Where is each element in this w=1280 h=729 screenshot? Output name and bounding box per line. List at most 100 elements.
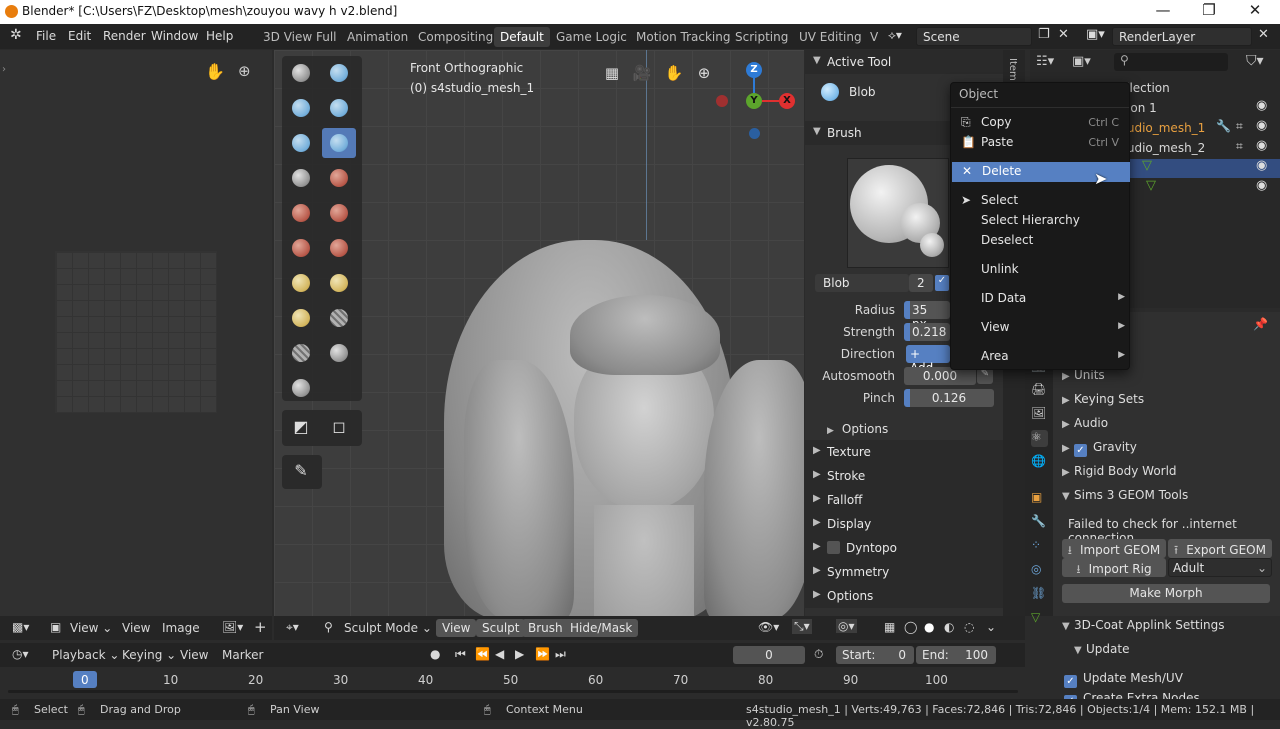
brush-preview-image[interactable] [847, 158, 949, 268]
viewport-editor-type-icon[interactable]: ⌖▾ [286, 620, 299, 635]
import-geom-button[interactable]: ⭳ Import GEOM [1062, 539, 1166, 558]
display-mode-icon[interactable]: ☷▾ [1036, 54, 1054, 69]
object-tab-icon[interactable]: ▣ [1031, 490, 1048, 507]
display-panel[interactable]: ▶ Display [805, 512, 1003, 536]
sculpt-mode-icon[interactable]: ⚲ [324, 620, 333, 634]
stroke-panel[interactable]: ▶ Stroke [805, 464, 1003, 488]
next-keyframe-icon[interactable]: ⏩ [535, 647, 550, 661]
render-layer-field[interactable]: RenderLayer [1112, 27, 1252, 46]
tool-draw-sharp[interactable] [322, 58, 356, 88]
restore-button[interactable]: ❐ [1194, 1, 1224, 19]
tool-grab[interactable] [322, 268, 356, 298]
tool-pinch[interactable] [284, 268, 318, 298]
record-icon[interactable]: ● [430, 647, 440, 661]
menu-edit[interactable]: Edit [68, 29, 91, 43]
mode-dropdown[interactable]: Sculpt Mode ⌄ [344, 621, 432, 635]
visibility-eye-icon[interactable]: ◉ [1256, 118, 1267, 133]
applink-settings-panel[interactable]: ▼ 3D-Coat Applink Settings [1062, 618, 1225, 632]
toggle-grid-icon[interactable]: ▦ [600, 64, 624, 86]
new-image-icon[interactable]: + [254, 618, 267, 636]
tab-game-logic[interactable]: Game Logic [550, 27, 633, 47]
pinch-field[interactable]: 0.126 [904, 389, 994, 407]
image-menu-image[interactable]: Image [162, 621, 200, 635]
modifier-wrench-icon[interactable]: 🔧 [1216, 119, 1231, 133]
particles-tab-icon[interactable]: ⁘ [1031, 538, 1048, 555]
browse-image-icon[interactable]: 🖼▾ [222, 620, 243, 634]
output-tab-icon[interactable]: 🖨 [1031, 382, 1048, 399]
start-frame-field[interactable]: Start: 0 [836, 646, 914, 664]
world-tab-icon[interactable]: 🌐 [1031, 454, 1048, 471]
play-reverse-icon[interactable]: ◀ [495, 647, 504, 661]
tool-fill[interactable] [284, 233, 318, 263]
timeline-scrollbar[interactable] [8, 690, 1018, 693]
end-frame-field[interactable]: End: 100 [916, 646, 996, 664]
delete-render-layer-icon[interactable]: ✕ [1258, 27, 1269, 42]
camera-view-icon[interactable]: 🎥 [630, 64, 654, 86]
menu-item-view[interactable]: View ▶ [951, 318, 1131, 338]
radius-field[interactable]: 35 px [904, 301, 950, 331]
dyntopo-panel[interactable]: ▶ Dyntopo [805, 536, 1003, 560]
shading-wireframe-icon[interactable]: ◯ [904, 620, 917, 634]
constraints-tab-icon[interactable]: ⛓ [1031, 586, 1048, 603]
shading-rendered-icon[interactable]: ◌ [964, 620, 974, 634]
tab-uv-editing[interactable]: UV Editing [793, 27, 868, 47]
export-geom-button[interactable]: ⭱ Export GEOM [1168, 539, 1272, 558]
menu-item-select-hierarchy[interactable]: Select Hierarchy [951, 211, 1131, 231]
tool-clay[interactable] [284, 93, 318, 123]
tab-default[interactable]: Default [494, 27, 550, 47]
menu-window[interactable]: Window [151, 29, 198, 43]
zoom-view-icon[interactable]: ⊕ [692, 64, 716, 86]
menu-help[interactable]: Help [206, 29, 233, 43]
zoom-icon[interactable]: ⊕ [238, 62, 251, 80]
tab-3d-view-full[interactable]: 3D View Full [257, 27, 343, 47]
new-scene-icon[interactable]: ❐ [1038, 27, 1050, 42]
timeline-menu-view[interactable]: View [180, 648, 208, 662]
timeline-scrubber[interactable]: 0 10 20 30 40 50 60 70 80 90 100 [0, 668, 1025, 693]
view-layer-tab-icon[interactable]: 🖼 [1031, 406, 1048, 423]
box-hide-icon[interactable]: ◩ [284, 413, 318, 443]
update-subpanel[interactable]: ▼ Update [1074, 642, 1129, 656]
annotate-icon[interactable]: ✎ [284, 457, 318, 487]
scene-selector-icon[interactable]: ⟡▾ [888, 28, 902, 43]
pan-hand-icon[interactable]: ✋ [205, 62, 225, 81]
menu-file[interactable]: File [36, 29, 56, 43]
tool-layer[interactable] [284, 128, 318, 158]
texture-panel[interactable]: ▶ Texture [805, 440, 1003, 464]
overlay-toggle-icon[interactable]: ◎▾ [836, 619, 857, 633]
import-rig-button[interactable]: ⭳ Import Rig [1062, 558, 1166, 577]
gizmo-z-icon[interactable]: Z [746, 62, 762, 78]
mesh-data-icon[interactable]: ▽ [1146, 178, 1156, 193]
make-morph-button[interactable]: Make Morph [1062, 584, 1270, 603]
menu-item-area[interactable]: Area ▶ [951, 347, 1131, 367]
options-panel[interactable]: ▶ Options [805, 584, 1003, 608]
delete-scene-icon[interactable]: ✕ [1058, 27, 1069, 42]
gizmo-toggle-icon[interactable]: ⤡▾ [792, 619, 812, 634]
region-toggle-icon[interactable]: › [2, 64, 6, 75]
menu-view[interactable]: View [436, 619, 477, 637]
menu-item-unlink[interactable]: Unlink [951, 260, 1131, 280]
menu-item-select[interactable]: ➤ Select [951, 191, 1131, 211]
outliner-search-input[interactable]: ⚲ [1114, 53, 1228, 71]
tab-compositing[interactable]: Compositing [412, 27, 499, 47]
box-mask-icon[interactable]: ◻ [322, 413, 356, 443]
sidebar-tab-item[interactable]: Item [1007, 58, 1018, 81]
pan-view-icon[interactable]: ✋ [662, 64, 686, 86]
preview-range-icon[interactable]: ⏱ [814, 647, 823, 662]
tab-motion-tracking[interactable]: Motion Tracking [630, 27, 736, 47]
tab-scripting[interactable]: Scripting [729, 27, 794, 47]
xray-toggle-icon[interactable]: ▦ [884, 620, 895, 634]
constraint-icon[interactable]: ⌗ [1236, 119, 1243, 134]
play-icon[interactable]: ▶ [515, 647, 524, 661]
menu-render[interactable]: Render [103, 29, 146, 43]
data-tab-icon[interactable]: ▽ [1031, 610, 1048, 627]
units-panel[interactable]: ▶ Units [1062, 368, 1105, 382]
tool-clay-strips[interactable] [322, 93, 356, 123]
render-layer-icon[interactable]: ▣▾ [1086, 27, 1105, 42]
tool-nudge[interactable] [284, 338, 318, 368]
rigid-body-world-panel[interactable]: ▶ Rigid Body World [1062, 464, 1177, 478]
active-tool-header[interactable]: ▼ Active Tool [805, 50, 1003, 74]
sims3-geom-tools-panel[interactable]: ▼ Sims 3 GEOM Tools [1062, 488, 1188, 502]
close-window-button[interactable]: ✕ [1240, 1, 1270, 19]
mesh-data-icon[interactable]: ▽ [1142, 158, 1152, 173]
jump-start-icon[interactable]: ⏮ [455, 647, 466, 662]
